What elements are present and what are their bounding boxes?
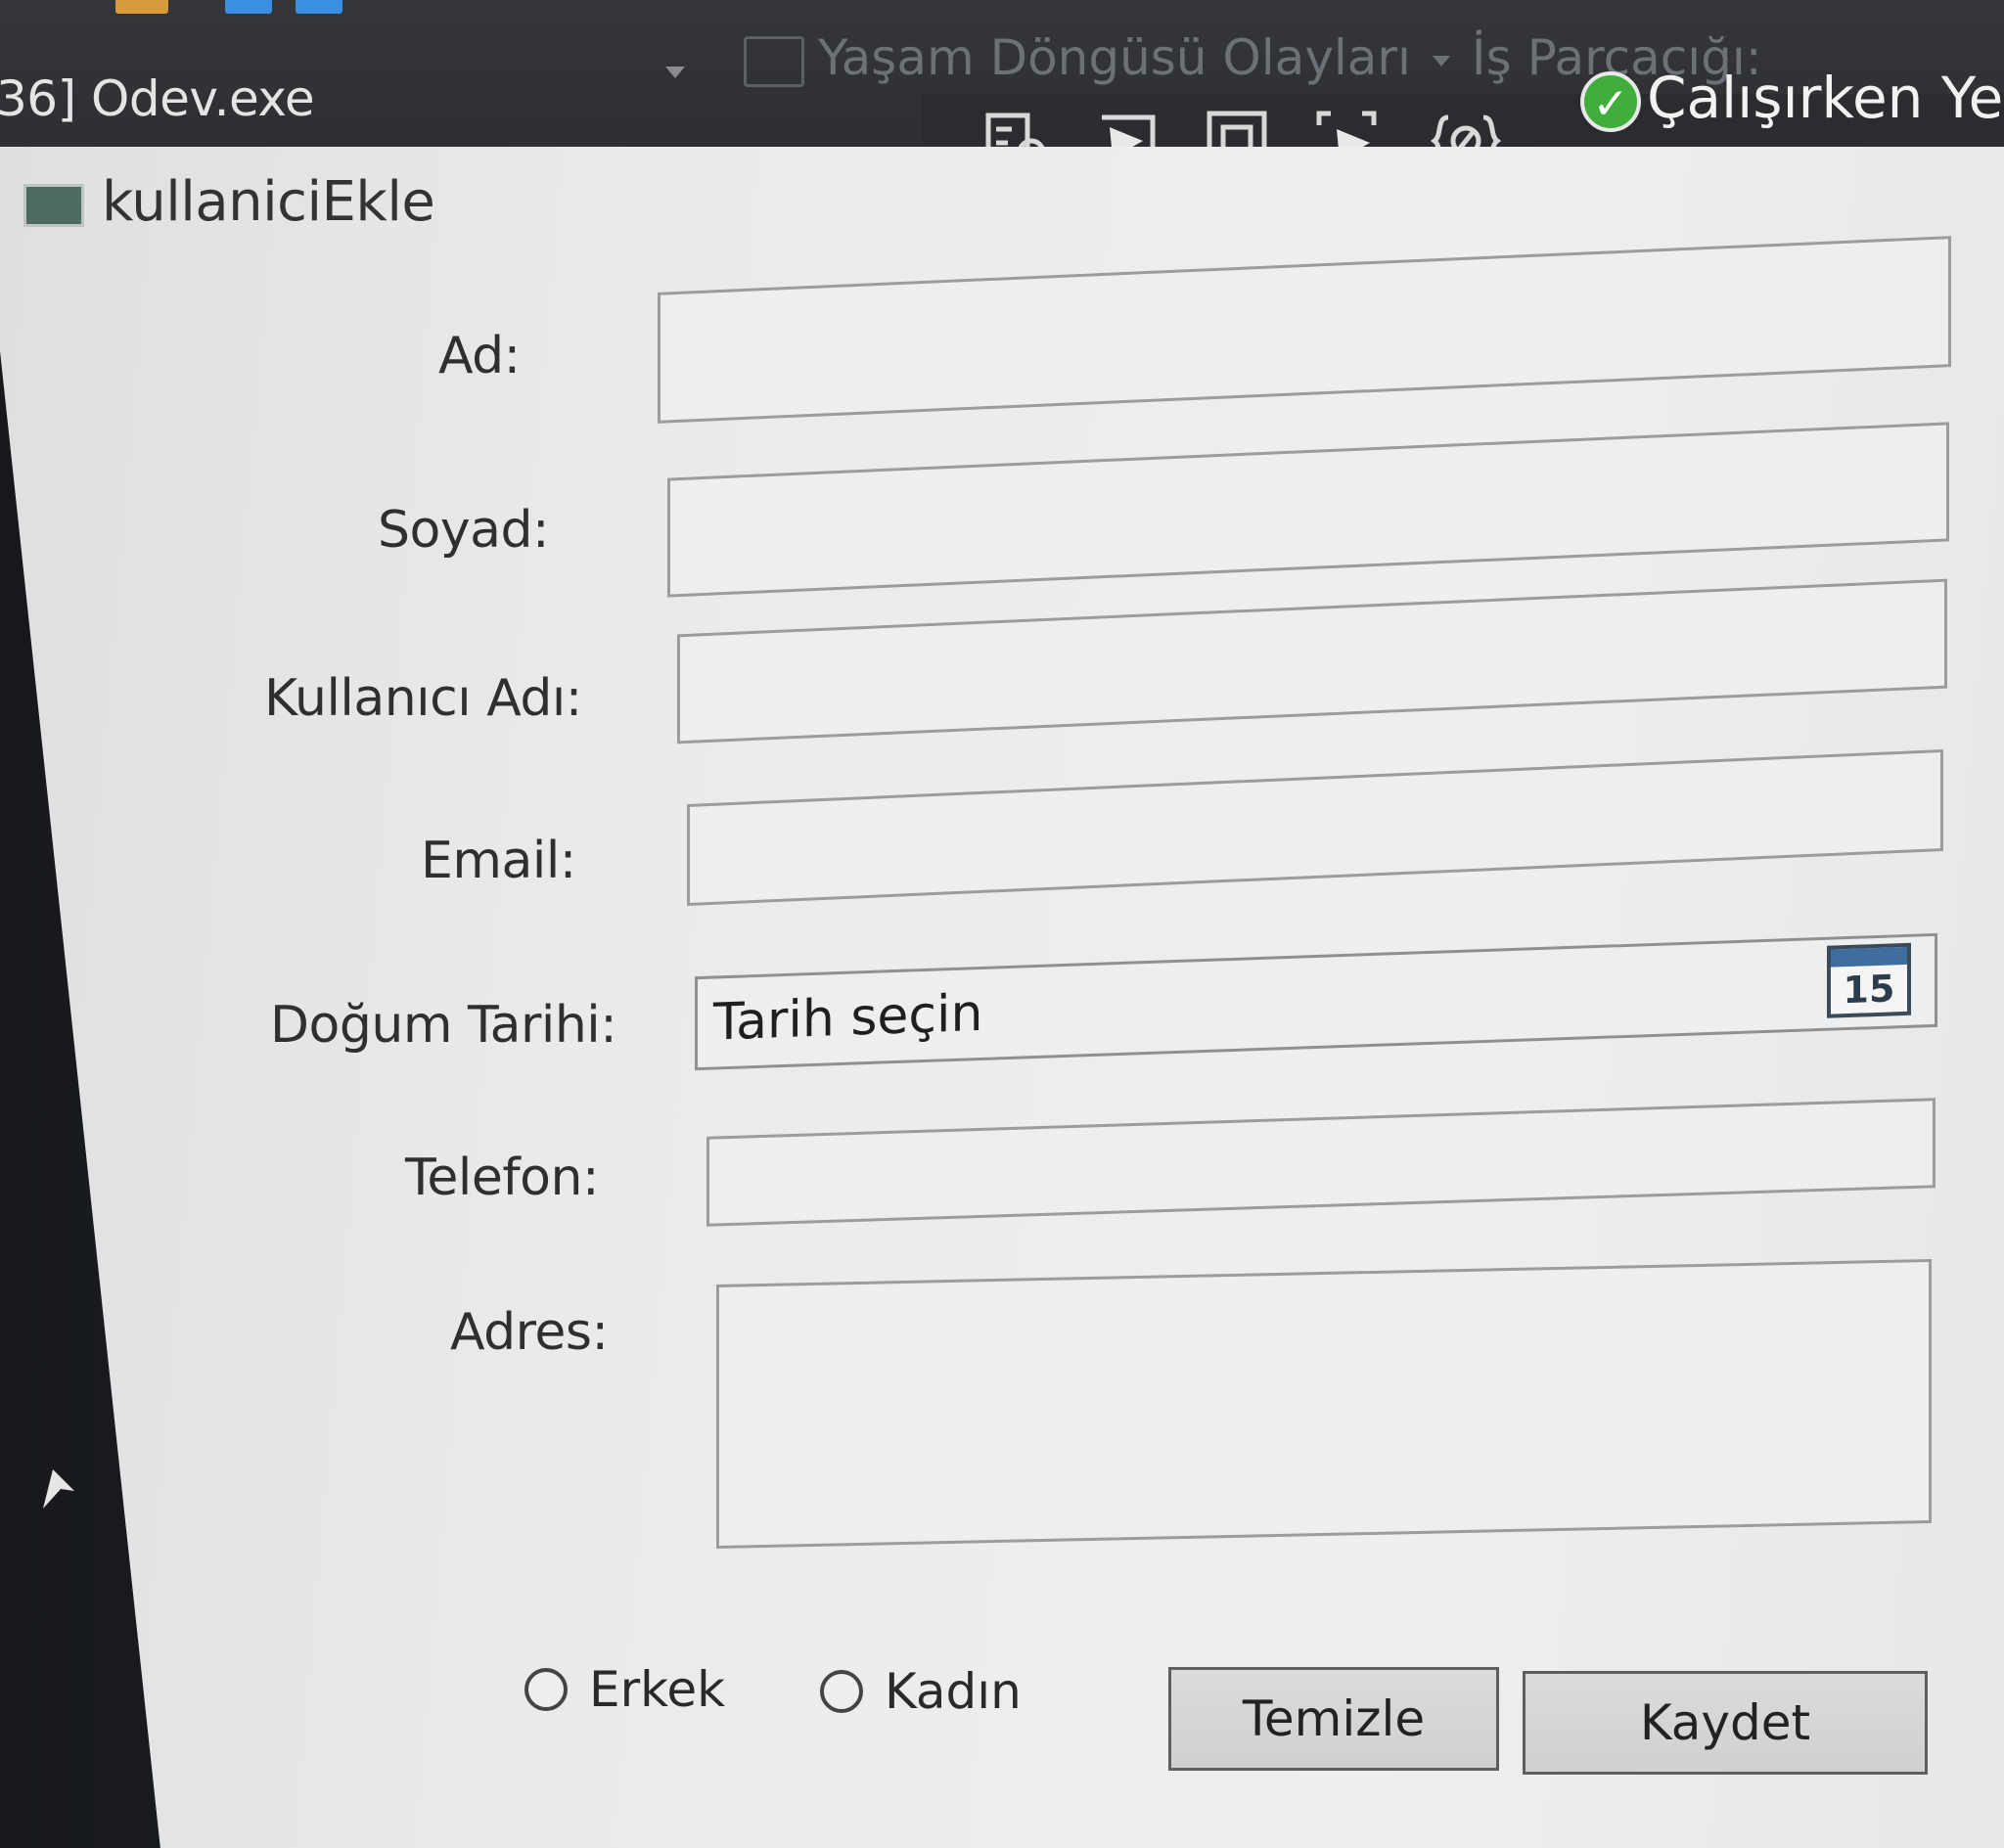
hot-reload-status[interactable]: ✓Çalışırken Yeni (1580, 65, 2004, 132)
telefon-label: Telefon: (405, 1149, 599, 1207)
radio-circle-icon[interactable] (820, 1670, 863, 1713)
calendar-icon[interactable]: 15 (1827, 942, 1911, 1018)
app-icon-2 (296, 0, 342, 14)
kadin-label: Kadın (885, 1663, 1022, 1720)
soyad-label: Soyad: (378, 501, 550, 560)
clear-button[interactable]: Temizle (1168, 1667, 1499, 1771)
kullanici-adi-label: Kullanıcı Adı: (264, 669, 582, 728)
lifecycle-events-label: Yaşam Döngüsü Olayları (818, 29, 1411, 86)
hot-reload-label: Çalışırken Yeni (1647, 65, 2004, 131)
calendar-day: 15 (1843, 967, 1895, 1013)
radio-erkek[interactable]: Erkek (524, 1661, 725, 1718)
radio-circle-icon[interactable] (524, 1668, 568, 1711)
ad-label: Ad: (438, 327, 521, 385)
screen: 36] Odev.exe Yaşam Döngüsü Olayları İş Pa… (0, 0, 2004, 1848)
folder-icon (115, 0, 168, 14)
window-icon (23, 184, 84, 227)
ad-input[interactable] (658, 236, 1951, 424)
kullanici-adi-input[interactable] (677, 578, 1947, 744)
email-field[interactable] (687, 748, 1943, 907)
soyad-input[interactable] (667, 422, 1949, 598)
check-icon: ✓ (1580, 70, 1641, 132)
date-placeholder: Tarih seçin (713, 983, 983, 1053)
adres-label: Adres: (450, 1303, 609, 1362)
window-titlebar: kullaniciEkle (0, 147, 930, 252)
app-icon (225, 0, 272, 14)
lifecycle-icon (744, 35, 804, 87)
email-label: Email: (421, 832, 576, 890)
chevron-down-icon[interactable] (665, 67, 685, 78)
app-window: kullaniciEkle Ad: Soyad: Kullanıcı Adı: … (0, 147, 2004, 1848)
erkek-label: Erkek (589, 1661, 726, 1718)
adres-textarea[interactable] (716, 1258, 1932, 1550)
taskbar-icons (108, 0, 342, 16)
chevron-down-icon (1432, 56, 1450, 67)
save-button[interactable]: Kaydet (1523, 1671, 1928, 1775)
process-selector[interactable]: 36] Odev.exe (0, 70, 315, 127)
date-picker[interactable]: Tarih seçin 15 (695, 932, 1937, 1071)
mouse-cursor-icon (39, 1465, 78, 1518)
telefon-input[interactable] (706, 1098, 1936, 1227)
radio-kadin[interactable]: Kadın (820, 1663, 1022, 1720)
dogum-tarihi-label: Doğum Tarihi: (270, 996, 617, 1055)
window-title: kullaniciEkle (102, 170, 435, 234)
